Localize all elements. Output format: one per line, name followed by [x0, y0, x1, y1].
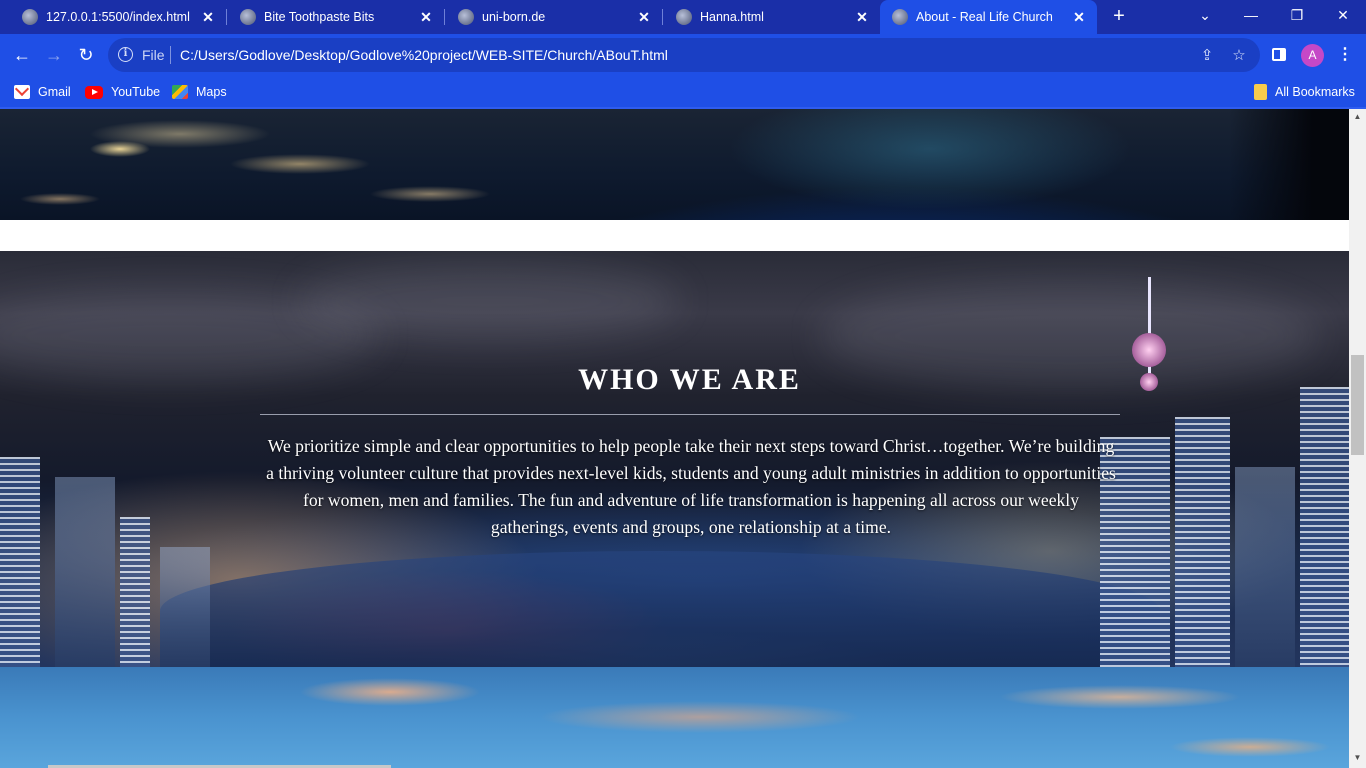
globe-icon — [240, 9, 256, 25]
bookmark-maps[interactable]: Maps — [172, 82, 227, 102]
all-bookmarks-label: All Bookmarks — [1275, 85, 1355, 99]
bookmark-label: Gmail — [38, 85, 71, 99]
close-icon[interactable]: ✕ — [852, 9, 872, 26]
folder-icon — [1254, 84, 1267, 100]
new-tab-button[interactable]: + — [1108, 5, 1130, 27]
back-arrow-icon[interactable]: ← — [8, 41, 36, 69]
bookmark-label: Maps — [196, 85, 227, 99]
tab-title: 127.0.0.1:5500/index.html — [46, 10, 190, 24]
window-close-icon[interactable]: ✕ — [1320, 0, 1366, 30]
who-we-are-section: WHO WE ARE We prioritize simple and clea… — [0, 251, 1349, 667]
page-viewport: WHO WE ARE We prioritize simple and clea… — [0, 109, 1349, 768]
tab-uniborn[interactable]: uni-born.de ✕ — [436, 0, 662, 34]
info-icon[interactable]: i — [118, 47, 133, 62]
tab-title: uni-born.de — [482, 10, 546, 24]
globe-icon — [676, 9, 692, 25]
sky-banner-image — [0, 667, 1349, 768]
earth-night-banner-image — [0, 109, 1349, 220]
building-shape — [0, 457, 40, 667]
tab-title: Hanna.html — [700, 10, 764, 24]
title-divider — [260, 414, 1120, 415]
building-shape — [120, 517, 150, 667]
bookmark-gmail[interactable]: Gmail — [14, 82, 71, 102]
close-icon[interactable]: ✕ — [416, 9, 436, 26]
tab-hanna[interactable]: Hanna.html ✕ — [654, 0, 880, 34]
scroll-down-arrow-icon[interactable]: ▼ — [1349, 750, 1366, 766]
restore-icon[interactable]: ❐ — [1274, 0, 1320, 30]
youtube-icon — [85, 85, 103, 99]
cloud-shape — [300, 261, 680, 341]
url-text[interactable]: C:/Users/Godlove/Desktop/Godlove%20proje… — [180, 47, 668, 63]
scrollbar-thumb[interactable] — [1351, 355, 1364, 455]
globe-icon — [458, 9, 474, 25]
share-icon[interactable]: ⇪ — [1196, 45, 1218, 67]
address-bar[interactable]: i File C:/Users/Godlove/Desktop/Godlove%… — [108, 38, 1260, 72]
globe-icon — [22, 9, 38, 25]
tower-sphere — [1132, 333, 1166, 367]
close-icon[interactable]: ✕ — [1069, 9, 1089, 26]
globe-icon — [892, 9, 908, 25]
maps-icon — [172, 85, 188, 99]
browser-toolbar: ← → ↻ i File C:/Users/Godlove/Desktop/Go… — [0, 34, 1366, 76]
scroll-up-arrow-icon[interactable]: ▲ — [1349, 109, 1366, 125]
building-shape — [55, 477, 115, 667]
tab-search-icon[interactable]: ⌄ — [1182, 0, 1228, 30]
tab-title: About - Real Life Church — [916, 10, 1053, 24]
bookmark-label: YouTube — [111, 85, 161, 99]
profile-avatar[interactable]: A — [1301, 44, 1324, 67]
forward-arrow-icon[interactable]: → — [40, 41, 68, 69]
close-icon[interactable]: ✕ — [634, 9, 654, 26]
minimize-icon[interactable]: — — [1228, 0, 1274, 30]
section-body-text: We prioritize simple and clear opportuni… — [266, 436, 1116, 537]
tab-bite[interactable]: Bite Toothpaste Bits ✕ — [218, 0, 444, 34]
bookmarks-bar: Gmail YouTube Maps All Bookmarks — [0, 76, 1366, 108]
close-icon[interactable]: ✕ — [198, 9, 218, 26]
url-scheme: File — [142, 47, 165, 63]
reload-icon[interactable]: ↻ — [72, 41, 100, 69]
tab-title: Bite Toothpaste Bits — [264, 10, 375, 24]
section-spacer — [0, 220, 1349, 251]
menu-icon[interactable]: ⋮ — [1336, 44, 1354, 66]
building-shape — [1235, 467, 1295, 667]
all-bookmarks-button[interactable]: All Bookmarks — [1254, 82, 1355, 102]
river-shape — [160, 551, 1160, 667]
tab-strip: 127.0.0.1:5500/index.html ✕ Bite Toothpa… — [0, 0, 1366, 34]
building-shape — [1300, 387, 1349, 667]
bookmark-star-icon[interactable]: ☆ — [1228, 45, 1250, 67]
gmail-icon — [14, 85, 30, 99]
tab-about-active[interactable]: About - Real Life Church ✕ — [880, 0, 1097, 34]
omnibox-divider — [170, 46, 171, 64]
building-shape — [160, 547, 210, 667]
side-panel-icon[interactable] — [1272, 48, 1286, 61]
tab-index[interactable]: 127.0.0.1:5500/index.html ✕ — [0, 0, 226, 34]
building-shape — [1175, 417, 1230, 667]
bookmark-youtube[interactable]: YouTube — [85, 82, 160, 102]
section-title: WHO WE ARE — [578, 363, 801, 396]
